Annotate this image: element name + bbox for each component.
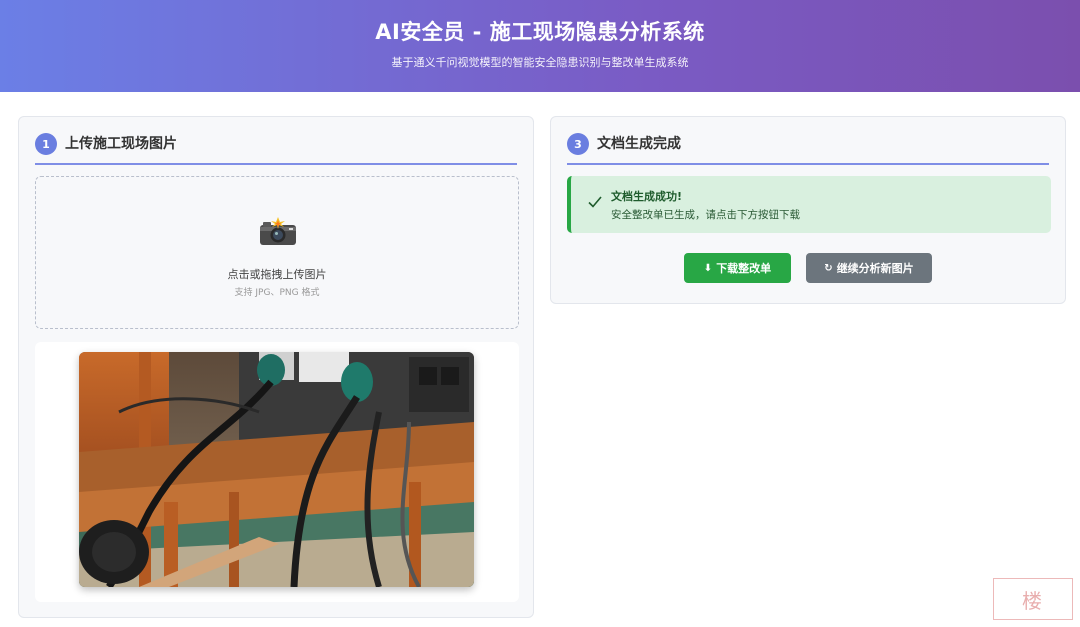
step-badge: 3 — [567, 133, 589, 155]
success-message: 安全整改单已生成，请点击下方按钮下载 — [611, 209, 800, 221]
success-alert: 文档生成成功! 安全整改单已生成，请点击下方按钮下载 — [567, 176, 1051, 233]
download-button[interactable]: ⬇ 下载整改单 — [684, 253, 791, 283]
upload-dropzone[interactable]: 点击或拖拽上传图片 支持 JPG、PNG 格式 — [35, 176, 519, 329]
upload-panel-title: 上传施工现场图片 — [65, 136, 177, 152]
success-title: 文档生成成功! — [611, 190, 683, 203]
page-subtitle: 基于通义千问视觉模型的智能安全隐患识别与整改单生成系统 — [391, 56, 689, 69]
check-icon — [588, 196, 602, 208]
uploaded-image-preview — [79, 352, 474, 587]
image-preview-container — [35, 342, 519, 602]
upload-panel-header: 1 上传施工现场图片 — [35, 133, 517, 165]
watermark-text: 楼 — [1022, 588, 1044, 613]
camera-icon — [260, 217, 296, 245]
watermark-seal: 楼 — [993, 578, 1073, 620]
upload-panel: 1 上传施工现场图片 点击或拖拽上传图片 支持 JPG、PNG 格式 — [18, 116, 534, 618]
page-header: AI安全员 - 施工现场隐患分析系统 基于通义千问视觉模型的智能安全隐患识别与整… — [0, 0, 1080, 92]
result-panel: 3 文档生成完成 文档生成成功! 安全整改单已生成，请点击下方按钮下载 ⬇ 下载… — [550, 116, 1066, 304]
refresh-icon: ↻ — [824, 262, 833, 274]
upload-format-hint: 支持 JPG、PNG 格式 — [234, 288, 320, 298]
result-panel-header: 3 文档生成完成 — [567, 133, 1049, 165]
result-panel-title: 文档生成完成 — [597, 136, 681, 152]
upload-instruction: 点击或拖拽上传图片 — [227, 268, 327, 281]
step-badge: 1 — [35, 133, 57, 155]
page-title: AI安全员 - 施工现场隐患分析系统 — [375, 20, 705, 44]
continue-button-label: 继续分析新图片 — [836, 262, 914, 275]
continue-analysis-button[interactable]: ↻ 继续分析新图片 — [806, 253, 932, 283]
download-icon: ⬇ — [703, 262, 713, 274]
download-button-label: 下载整改单 — [716, 262, 772, 275]
